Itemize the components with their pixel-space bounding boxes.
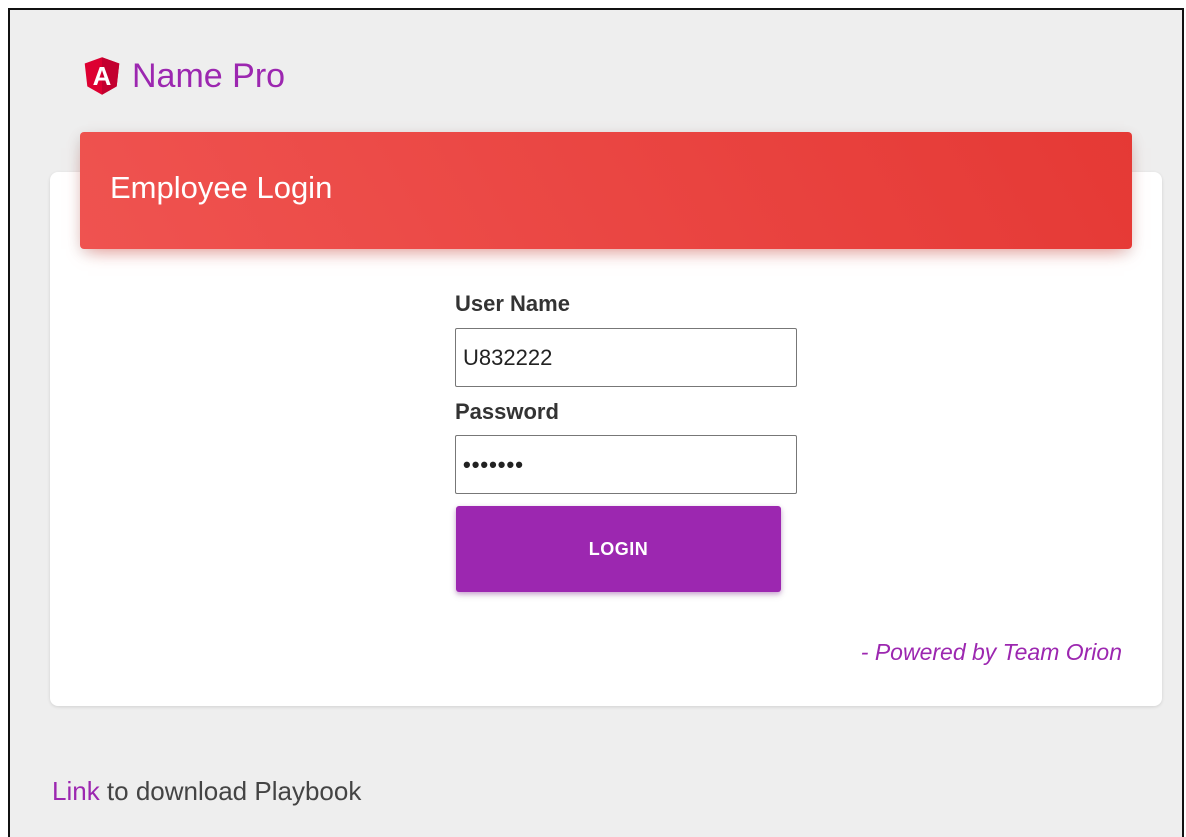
username-input[interactable]: [455, 328, 797, 387]
brand-name: Name Pro: [132, 57, 286, 95]
page-frame: A Name Pro Employee Login User Name Pass…: [8, 8, 1184, 837]
username-label: User Name: [455, 291, 570, 316]
password-label: Password: [455, 399, 559, 424]
angular-logo-icon: A: [84, 57, 120, 95]
login-card-title: Employee Login: [110, 170, 333, 205]
password-input[interactable]: [455, 435, 797, 494]
footer-link-suffix: to download Playbook: [99, 776, 362, 806]
logo-letter: A: [93, 63, 112, 91]
footer-download-text: Link to download Playbook: [52, 776, 361, 806]
login-card-header: Employee Login: [80, 132, 1132, 249]
brand[interactable]: A Name Pro: [84, 56, 285, 96]
login-button[interactable]: LOGIN: [456, 506, 781, 592]
playbook-download-link[interactable]: Link: [52, 776, 100, 806]
powered-by-text: - Powered by Team Orion: [860, 639, 1122, 665]
